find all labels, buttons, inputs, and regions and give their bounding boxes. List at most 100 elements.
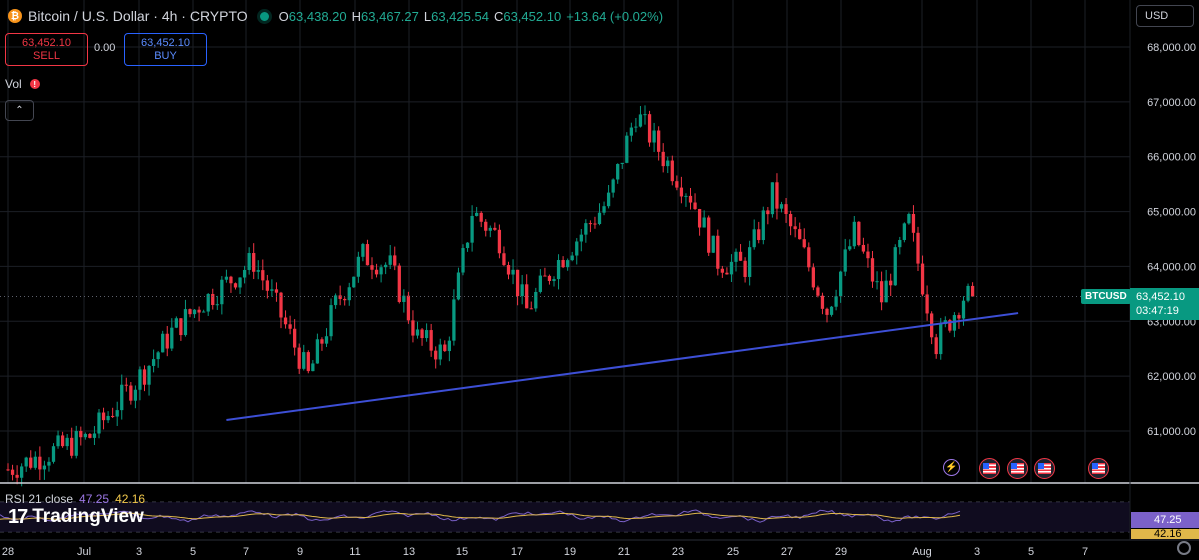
candle-body — [902, 223, 906, 240]
symbol-title[interactable]: Bitcoin / U.S. Dollar · 4h · CRYPTO — [28, 8, 248, 24]
volume-indicator-label[interactable]: Vol ! — [5, 77, 40, 91]
price-change: +13.64 (+0.02%) — [566, 8, 664, 24]
candle-body — [834, 296, 838, 307]
ohlc-open: O63,438.20 — [279, 9, 347, 24]
candle-body — [625, 135, 629, 163]
candle-body — [470, 215, 474, 243]
spread-value: 0.00 — [94, 42, 116, 54]
candle-body — [534, 291, 538, 309]
candle-body — [265, 280, 269, 291]
settings-gear-icon[interactable] — [1177, 541, 1191, 555]
candle-body — [365, 244, 370, 266]
candle-body — [675, 181, 679, 188]
candle-body — [174, 318, 178, 328]
event-flag-1[interactable] — [979, 458, 1000, 479]
candle-body — [202, 311, 206, 313]
candle-body — [151, 359, 156, 366]
candle-body — [907, 213, 911, 224]
candle-body — [352, 276, 356, 288]
candle-body — [188, 309, 192, 315]
x-tick-label: 5 — [1028, 546, 1034, 558]
candle-body — [42, 465, 47, 470]
candle-body — [643, 114, 647, 116]
event-flag-3[interactable] — [1034, 458, 1055, 479]
candle-body — [511, 269, 515, 275]
candle-body — [252, 253, 256, 272]
last-price-label: 63,452.10 03:47:19 — [1130, 288, 1199, 320]
candle-body — [370, 265, 374, 270]
sell-price: 63,452.10 — [22, 36, 71, 49]
candle-body — [657, 130, 661, 152]
candle-body — [488, 227, 492, 231]
candle-body — [793, 226, 797, 230]
candle-body — [666, 160, 670, 167]
rsi-indicator-label[interactable]: RSI 21 close 47.25 42.16 — [5, 492, 145, 506]
candle-body — [916, 232, 920, 264]
candle-body — [115, 410, 119, 417]
candle-body — [784, 204, 788, 214]
currency-select[interactable]: USD — [1136, 5, 1194, 27]
candle-body — [388, 255, 392, 265]
candle-body — [566, 260, 570, 268]
x-tick-label: 27 — [781, 546, 793, 558]
candle-body — [161, 333, 165, 353]
rsi-name: RSI 21 close — [5, 492, 74, 506]
candle-body — [807, 247, 811, 268]
candle-body — [870, 258, 875, 282]
candle-body — [875, 281, 879, 283]
us-flag-icon — [1088, 458, 1109, 479]
buy-button[interactable]: 63,452.10 BUY — [124, 33, 207, 66]
candle-body — [374, 269, 379, 275]
candle-body — [242, 269, 247, 278]
x-tick-label: Aug — [912, 546, 932, 558]
candle-body — [215, 304, 219, 306]
candle-body — [957, 315, 961, 319]
sell-button[interactable]: 63,452.10 SELL — [5, 33, 88, 66]
candle-body — [106, 415, 110, 421]
candle-body — [329, 305, 333, 337]
candle-body — [661, 151, 665, 167]
candle-body — [866, 251, 870, 259]
candle-body — [138, 369, 142, 390]
rsi-ma-value-tag: 42.16 — [1131, 529, 1199, 539]
candle-body — [434, 350, 438, 360]
collapse-indicators-button[interactable]: ⌃ — [5, 100, 34, 121]
candle-body — [688, 195, 693, 203]
tradingview-logo[interactable]: 17 TradingView — [8, 505, 144, 529]
candle-body — [602, 206, 606, 213]
candle-body — [538, 275, 542, 292]
x-tick-label: 5 — [190, 546, 196, 558]
candle-body — [47, 461, 51, 466]
candle-body — [702, 217, 706, 228]
event-flag-2[interactable] — [1007, 458, 1028, 479]
warning-icon[interactable]: ! — [29, 79, 40, 89]
candle-body — [638, 114, 643, 127]
candle-body — [493, 227, 497, 230]
x-tick-label: 28 — [2, 546, 14, 558]
candle-body — [738, 251, 743, 261]
event-lightning[interactable]: ⚡ — [943, 459, 960, 476]
candle-body — [452, 299, 456, 341]
candle-body — [133, 389, 138, 401]
candle-body — [848, 246, 852, 250]
event-flag-4[interactable] — [1088, 458, 1109, 479]
x-tick-label: 11 — [349, 546, 360, 558]
candle-body — [315, 339, 320, 364]
candle-body — [384, 264, 388, 268]
candle-body — [820, 295, 825, 309]
candle-body — [484, 221, 488, 231]
candle-body — [33, 456, 37, 468]
buy-price: 63,452.10 — [141, 36, 190, 49]
candle-body — [816, 287, 820, 296]
candle-body — [684, 195, 688, 197]
candle-body — [788, 213, 793, 227]
candle-body — [502, 253, 506, 266]
us-flag-icon — [1007, 458, 1028, 479]
y-tick-label: 68,000.00 — [1147, 42, 1196, 54]
y-tick-label: 66,000.00 — [1147, 152, 1196, 164]
bitcoin-icon: ₿ — [8, 9, 22, 23]
candle-body — [575, 241, 579, 256]
candle-body — [697, 209, 702, 228]
candle-body — [588, 223, 593, 225]
x-tick-label: 3 — [136, 546, 142, 558]
